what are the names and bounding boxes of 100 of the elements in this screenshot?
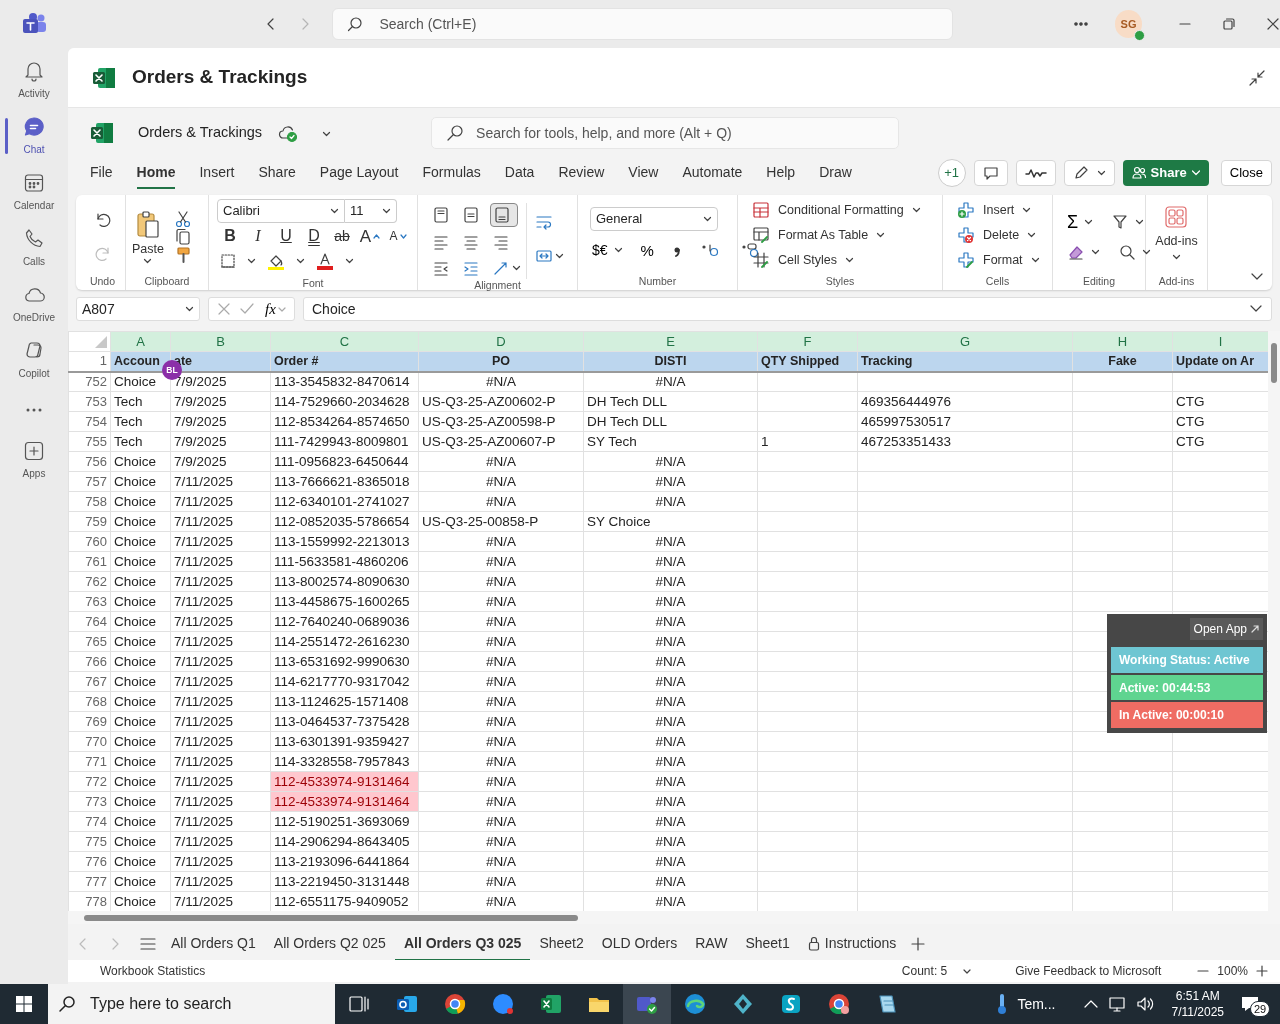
row-header[interactable]: 757 (68, 471, 111, 492)
sidebar-item[interactable]: Activity (0, 52, 68, 108)
row-header[interactable]: 764 (68, 611, 111, 632)
sheet-tab[interactable]: All Orders Q1 (162, 927, 265, 961)
sheet-tab[interactable]: Sheet2 (530, 927, 593, 961)
share-button[interactable]: Share (1122, 160, 1209, 186)
row-header[interactable]: 756 (68, 451, 111, 472)
column-header[interactable]: G (857, 331, 1073, 352)
comments-button[interactable] (973, 160, 1008, 186)
row-header[interactable]: 754 (68, 411, 111, 432)
row-header[interactable]: 774 (68, 811, 111, 832)
sidebar-item[interactable]: Apps (0, 432, 68, 488)
column-header[interactable]: E (583, 331, 758, 352)
menu-tab[interactable]: Draw (819, 157, 852, 189)
caret-icon[interactable] (512, 265, 521, 271)
delete-cells-button[interactable]: Delete (955, 224, 1048, 246)
caret-icon[interactable] (345, 258, 354, 264)
row-header[interactable]: 760 (68, 531, 111, 552)
row-header[interactable]: 776 (68, 851, 111, 872)
strikethrough-button[interactable]: ab (329, 223, 355, 249)
row-header[interactable]: 768 (68, 691, 111, 712)
search-box[interactable]: Search for tools, help, and more (Alt + Q) (431, 117, 900, 149)
row-header[interactable]: 777 (68, 871, 111, 892)
column-header[interactable]: C (270, 331, 419, 352)
app-icon[interactable] (779, 992, 803, 1016)
shrink-font-button[interactable]: A (385, 223, 411, 249)
document-name[interactable]: Orders & Trackings (138, 122, 263, 144)
column-header[interactable]: D (418, 331, 584, 352)
font-size-dropdown[interactable]: 11 (345, 199, 397, 223)
row-header[interactable]: 761 (68, 551, 111, 572)
close-button[interactable]: Close (1220, 160, 1272, 186)
count-indicator[interactable]: Count: 5 (901, 962, 972, 980)
search-field[interactable]: Search (Ctrl+E) (377, 12, 939, 36)
coauthor-button[interactable]: +1 (937, 159, 966, 187)
autosum-button[interactable]: Σ (1065, 211, 1081, 233)
weather-widget[interactable]: Tem... (995, 992, 1056, 1016)
double-underline-button[interactable]: D (301, 223, 327, 249)
caret-icon[interactable] (1135, 219, 1145, 225)
caret-icon[interactable] (296, 258, 305, 264)
format-as-table-button[interactable]: Format As Table (750, 224, 938, 246)
row-header[interactable]: 766 (68, 651, 111, 672)
formula-field[interactable]: Choice (303, 297, 1272, 321)
horizontal-scrollbar[interactable] (68, 911, 1280, 924)
menu-tab[interactable]: Review (558, 157, 605, 189)
menu-tab[interactable]: Automate (682, 157, 743, 189)
workbook-statistics-link[interactable]: Workbook Statistics (100, 962, 206, 980)
insert-cells-button[interactable]: Insert (955, 199, 1048, 221)
row-header[interactable]: 753 (68, 391, 111, 412)
caret-icon[interactable] (613, 247, 623, 253)
row-header[interactable]: 770 (68, 731, 111, 752)
spreadsheet-app-icon[interactable] (539, 992, 563, 1016)
row-header[interactable]: 775 (68, 831, 111, 852)
browser-icon[interactable] (683, 992, 707, 1016)
sheet-tab[interactable]: RAW (686, 927, 737, 961)
taskbar-search-field[interactable]: Type here to search (88, 992, 325, 1016)
row-header[interactable]: 759 (68, 511, 111, 532)
caret-icon[interactable] (1091, 249, 1100, 255)
zoom-in-icon[interactable] (1256, 965, 1268, 977)
column-header[interactable]: H (1072, 331, 1173, 352)
caret-icon[interactable] (1084, 219, 1094, 225)
menu-tab[interactable]: Formulas (422, 157, 481, 189)
diamond-app-icon[interactable] (731, 992, 755, 1016)
add-ins-button[interactable]: Add-ins (1153, 203, 1200, 275)
row-header[interactable]: 772 (68, 771, 111, 792)
caret-icon[interactable] (247, 258, 256, 264)
maximize-icon[interactable] (1222, 17, 1237, 31)
sheet-tab[interactable]: All Orders Q2 025 (264, 927, 395, 961)
column-header[interactable]: A (110, 331, 171, 352)
sheet-tab[interactable]: OLD Orders (592, 927, 687, 961)
cell-styles-button[interactable]: Cell Styles (750, 249, 938, 271)
browser-icon[interactable] (443, 992, 467, 1016)
browser-icon[interactable] (827, 992, 851, 1016)
row-header[interactable]: 752 (68, 371, 111, 392)
italic-button[interactable]: I (245, 223, 271, 249)
menu-icon[interactable] (140, 937, 156, 951)
search-field[interactable]: Search for tools, help, and more (Alt + Q) (474, 121, 885, 145)
percent-button[interactable]: % (638, 240, 656, 260)
sidebar-item[interactable]: Calendar (0, 164, 68, 220)
paste-button[interactable]: Paste (130, 207, 166, 267)
clock[interactable]: 6:51 AM 7/11/2025 (1171, 988, 1224, 1020)
menu-tab[interactable]: Help (766, 157, 796, 189)
caret-icon[interactable] (322, 130, 332, 137)
close-icon[interactable] (1265, 17, 1280, 31)
name-box[interactable]: A807 (76, 297, 200, 321)
zoom-level[interactable]: 100% (1217, 962, 1248, 980)
column-header[interactable]: B (170, 331, 271, 352)
open-app-button[interactable]: Open App (1189, 618, 1263, 640)
add-sheet-icon[interactable] (911, 937, 926, 951)
row-header[interactable]: 758 (68, 491, 111, 512)
column-header[interactable]: I (1172, 331, 1269, 352)
menu-tab[interactable]: Insert (199, 157, 235, 189)
caret-icon[interactable] (1142, 249, 1151, 255)
volume-icon[interactable] (1135, 995, 1156, 1013)
row-header[interactable]: 755 (68, 431, 111, 452)
font-name-dropdown[interactable]: Calibri (217, 199, 345, 223)
sheet-tab[interactable]: Sheet1 (736, 927, 799, 961)
column-header[interactable]: F (757, 331, 858, 352)
expand-ribbon-icon[interactable] (1250, 272, 1264, 282)
row-header[interactable]: 769 (68, 711, 111, 732)
caret-icon[interactable] (555, 253, 564, 259)
